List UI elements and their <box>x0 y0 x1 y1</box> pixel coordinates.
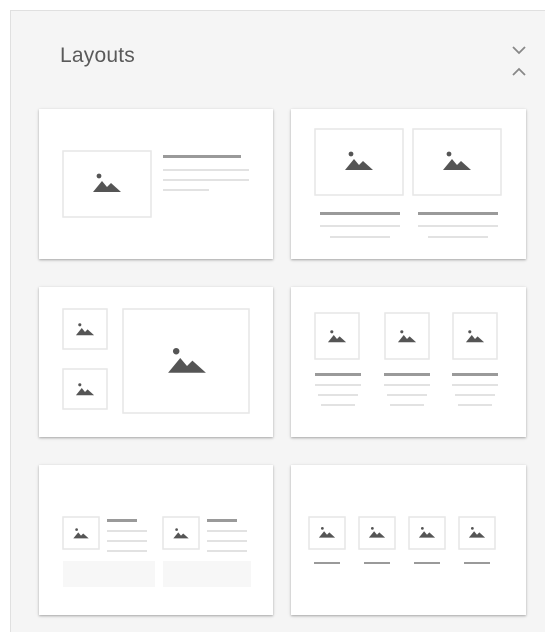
layout-card-four-images[interactable] <box>291 465 526 615</box>
layout-card-two-image-text-pairs[interactable] <box>39 465 273 615</box>
chevron-collapse-icon <box>512 46 526 76</box>
layout-card-small-and-large-image[interactable] <box>39 287 273 437</box>
layout-card-two-images[interactable] <box>291 109 526 259</box>
collapse-toggle[interactable] <box>508 44 530 78</box>
panel-title: Layouts <box>60 44 135 67</box>
layout-card-image-left-text[interactable] <box>39 109 273 259</box>
layout-card-three-images[interactable] <box>291 287 526 437</box>
layouts-panel: Layouts <box>10 10 545 632</box>
